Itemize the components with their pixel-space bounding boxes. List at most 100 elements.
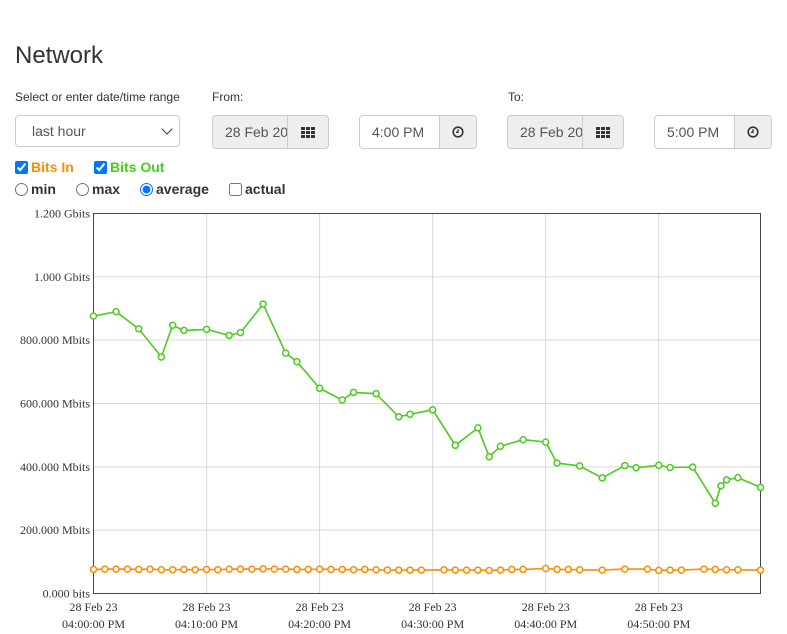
y-axis-ticks: 0.000 bits 200.000 Mbits 400.000 Mbits 600.… [20,207,90,601]
to-time-input[interactable]: 5:00 PM [654,115,735,149]
from-date-input[interactable]: 28 Feb 2023 [212,115,288,149]
bits-out-point [225,331,233,340]
bits-in-point [417,566,426,574]
grid-calendar-icon [301,126,315,138]
bits-in-point [700,565,708,573]
bits-out-point [428,406,437,414]
bits-in-point [270,565,279,573]
x-tick-date-label: 28 Feb 23 [296,600,344,614]
bits-in-point [236,565,245,573]
agg-actual-option[interactable]: actual [228,181,285,197]
bits-in-point [440,566,448,574]
bits-in-point [734,566,742,574]
range-label: Select or enter date/time range [15,90,180,104]
to-calendar-button[interactable] [582,115,624,149]
bits-out-checkbox[interactable] [94,160,107,174]
bits-in-point [89,565,98,574]
bits-out-point [598,474,606,482]
bits-out-point [157,353,166,361]
bits-out-point [541,438,550,446]
bits-in-point [621,565,629,573]
bits-in-point [756,566,765,574]
bits-out-point [134,325,143,333]
y-tick-label: 200.000 Mbits [20,523,90,537]
bits-out-point [202,325,211,334]
agg-average-option[interactable]: average [139,181,209,197]
bits-out-point [451,441,460,450]
bits-in-point [451,566,460,574]
bits-in-point [474,566,482,574]
from-time-input[interactable]: 4:00 PM [359,115,440,149]
bits-in-point [315,565,324,573]
bits-out-point [281,349,290,357]
bits-in-point [349,566,358,574]
x-tick-date-label: 28 Feb 23 [635,600,683,614]
bits-out-point [259,300,267,308]
to-date-input[interactable]: 28 Feb 2023 [507,115,583,149]
x-tick-time-label: 04:50:00 PM [627,617,690,631]
bits-in-point [202,565,211,574]
range-select[interactable]: last hour [15,115,180,147]
agg-min-radio[interactable] [15,182,28,196]
bits-in-point [101,565,109,573]
agg-max-radio[interactable] [76,182,89,196]
from-calendar-button[interactable] [287,115,329,149]
agg-average-radio[interactable] [140,182,153,196]
y-tick-label: 1.200 Gbits [34,207,90,221]
bits-in-point [112,565,120,573]
bits-in-point [564,565,573,574]
x-tick-time-label: 04:10:00 PM [175,617,238,631]
y-tick-label: 0.000 bits [43,587,91,601]
clock-icon [747,126,759,138]
x-tick-time-label: 04:40:00 PM [514,617,577,631]
bits-in-point [553,565,561,574]
bits-out-point [112,307,120,316]
x-tick-date-label: 28 Feb 23 [522,600,570,614]
bits-in-label: Bits In [31,159,74,175]
y-tick-label: 400.000 Mbits [20,460,90,474]
bits-out-label: Bits Out [110,159,165,175]
bits-in-checkbox[interactable] [15,160,28,174]
agg-max-option[interactable]: max [75,181,120,197]
y-tick-label: 600.000 Mbits [20,397,90,411]
bits-out-point [372,389,380,398]
bits-in-point [711,565,720,574]
bits-out-point [485,452,493,461]
bits-out-point [180,326,188,335]
bits-in-point [214,566,222,574]
x-tick-time-label: 04:20:00 PM [288,617,351,631]
bits-in-point [338,565,346,574]
from-clock-button[interactable] [439,115,477,149]
bits-in-point [304,565,313,574]
bits-in-point [281,565,290,573]
bits-out-point [734,473,742,482]
y-tick-label: 1.000 Gbits [34,270,90,284]
bits-out-point [666,463,674,472]
bits-in-point [293,565,301,574]
bits-out-point [349,388,358,397]
bits-out-point [394,413,403,421]
agg-min-label: min [31,181,56,197]
bits-out-point [406,410,414,419]
bits-in-toggle[interactable]: Bits In [14,159,74,175]
bits-out-point [293,357,301,366]
bits-out-point [655,461,663,469]
bits-in-point [598,566,606,574]
to-clock-button[interactable] [734,115,772,149]
bits-in-point [259,565,267,573]
network-chart: 0.000 bits 200.000 Mbits 400.000 Mbits 600.… [20,207,765,631]
bits-out-point [474,424,482,432]
bits-in-point [575,566,584,574]
bits-out-point [575,462,584,470]
agg-actual-checkbox[interactable] [229,182,242,196]
bits-out-toggle[interactable]: Bits Out [93,159,164,175]
bits-out-point [519,435,527,444]
grid-calendar-icon [596,126,610,138]
agg-min-option[interactable]: min [14,181,56,197]
bits-in-point [372,566,380,574]
bits-out-point [338,396,346,404]
bits-in-point [496,566,505,574]
bits-in-point [134,565,143,574]
bits-out-point [632,464,640,472]
chart-series [89,300,765,575]
